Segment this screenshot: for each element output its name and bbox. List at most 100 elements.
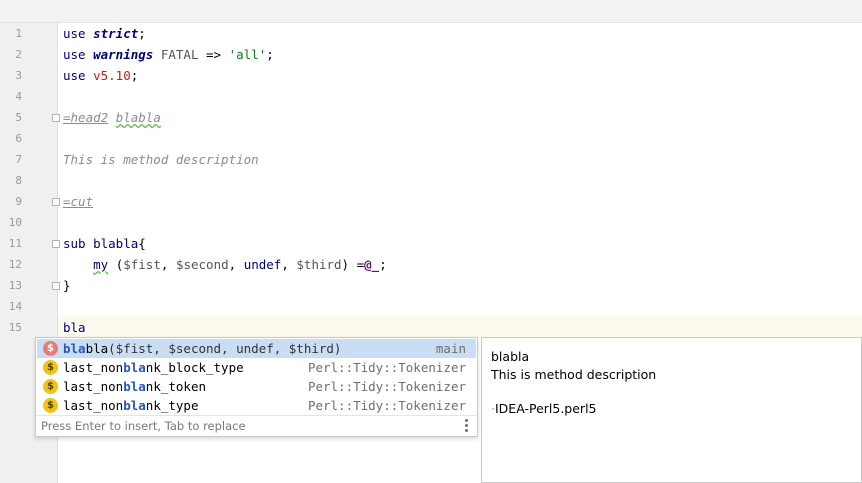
variable: $third (296, 257, 342, 272)
pod-heading-text: blabla (115, 110, 161, 125)
line-number: 2 (15, 48, 22, 61)
completion-item-location: Perl::Tidy::Tokenizer (307, 398, 466, 413)
code-line-13[interactable]: } (63, 275, 71, 296)
doc-title: blabla (491, 349, 530, 364)
rest-text: bla (85, 341, 109, 356)
semicolon: ; (379, 257, 387, 272)
fold-marker-icon[interactable] (52, 198, 60, 206)
completion-item-label: last_nonblank_block_type (63, 358, 244, 377)
keyword: use (63, 68, 86, 83)
line-number: 3 (15, 69, 22, 82)
string-literal: 'all' (228, 47, 267, 62)
line-number: 4 (15, 90, 22, 103)
match-text: bla (63, 341, 86, 356)
brace: } (63, 278, 71, 293)
pragma: warnings (93, 47, 154, 62)
sub-icon: $ (43, 379, 58, 394)
params-text: ($fist, $second, undef, $third) (108, 341, 342, 356)
keyword: undef (243, 257, 282, 272)
match-text: bla (123, 379, 146, 394)
pod-command: =cut (63, 194, 94, 209)
line-number: 10 (8, 216, 22, 229)
line-number: 14 (8, 300, 22, 313)
sub-name: blabla (85, 236, 139, 251)
comma: , (228, 257, 244, 272)
keyword: use (63, 26, 86, 41)
completion-item-label: blabla($fist, $second, undef, $third) (63, 339, 341, 358)
prefix-text: last_non (63, 360, 124, 375)
operator: ) = (341, 257, 365, 272)
version-literal: v5.10 (93, 68, 131, 83)
doc-source: ·IDEA-Perl5.perl5 (491, 400, 597, 418)
line-number: 13 (8, 279, 22, 292)
prefix-text: last_non (63, 398, 124, 413)
completion-item-label: last_nonblank_type (63, 396, 198, 415)
brace: { (138, 236, 146, 251)
completion-item-location: Perl::Tidy::Tokenizer (307, 379, 466, 394)
editor-tab-bar (0, 0, 862, 23)
code-line-1[interactable]: use strict; (63, 23, 146, 44)
pod-text: This is method description (63, 152, 259, 167)
more-options-icon[interactable] (465, 419, 469, 433)
comma: , (160, 257, 176, 272)
sub-icon: $ (43, 398, 58, 413)
special-variable: @_ (364, 257, 380, 272)
paren: ( (108, 257, 124, 272)
line-number: 7 (15, 153, 22, 166)
completion-popup[interactable]: $ blabla($fist, $second, undef, $third) … (35, 337, 478, 437)
sub-icon: $ (43, 360, 58, 375)
completion-item[interactable]: $ last_nonblank_token Perl::Tidy::Tokeni… (37, 377, 476, 396)
line-number: 8 (15, 174, 22, 187)
caret-line-highlight (58, 316, 862, 337)
keyword: my (93, 257, 109, 272)
fold-marker-icon[interactable] (52, 114, 60, 122)
code-line-2[interactable]: use warnings FATAL => 'all'; (63, 44, 274, 65)
code-line-9[interactable]: =cut (63, 191, 93, 212)
line-number: 5 (15, 111, 22, 124)
semicolon: ; (130, 68, 139, 83)
match-text: bla (123, 398, 146, 413)
line-number: 6 (15, 132, 22, 145)
prefix-text: last_non (63, 379, 124, 394)
code-line-15[interactable]: bla (63, 317, 86, 338)
documentation-popup: blabla This is method description ·IDEA-… (481, 337, 862, 483)
typed-text: bla (63, 320, 86, 335)
operator: => (198, 47, 229, 62)
match-text: bla (123, 360, 146, 375)
line-number: 11 (8, 237, 22, 250)
doc-description: This is method description (491, 367, 657, 382)
rest-text: nk_block_type (145, 360, 244, 375)
sub-icon: $ (43, 341, 58, 356)
line-number: 15 (8, 321, 22, 334)
completion-ad-text: Press Enter to insert, Tab to replace (36, 415, 477, 436)
completion-item-location: main (435, 341, 466, 356)
code-line-11[interactable]: sub blabla{ (63, 233, 146, 254)
code-line-7[interactable]: This is method description (63, 149, 259, 170)
keyword: sub (63, 236, 86, 251)
line-number: 12 (8, 258, 22, 271)
line-number: 9 (15, 195, 22, 208)
fold-marker-icon[interactable] (52, 282, 60, 290)
bareword: FATAL (153, 47, 199, 62)
semicolon: ; (266, 47, 274, 62)
ad-text: Press Enter to insert, Tab to replace (41, 419, 246, 433)
semicolon: ; (138, 26, 146, 41)
code-line-12[interactable]: my ($fist, $second, undef, $third) =@_; (63, 254, 387, 275)
variable: $fist (123, 257, 161, 272)
code-line-3[interactable]: use v5.10; (63, 65, 138, 86)
line-number: 1 (15, 27, 22, 40)
variable: $second (175, 257, 229, 272)
rest-text: nk_type (145, 398, 199, 413)
doc-source-text[interactable]: IDEA-Perl5.perl5 (495, 401, 597, 416)
keyword: use (63, 47, 86, 62)
completion-item[interactable]: $ blabla($fist, $second, undef, $third) … (37, 339, 476, 358)
completion-item[interactable]: $ last_nonblank_type Perl::Tidy::Tokeniz… (37, 396, 476, 415)
code-line-5[interactable]: =head2 blabla (63, 107, 161, 128)
fold-marker-icon[interactable] (52, 240, 60, 248)
completion-item-location: Perl::Tidy::Tokenizer (307, 360, 466, 375)
completion-item-label: last_nonblank_token (63, 377, 206, 396)
pod-command: =head2 (63, 110, 109, 125)
completion-item[interactable]: $ last_nonblank_block_type Perl::Tidy::T… (37, 358, 476, 377)
comma: , (281, 257, 297, 272)
